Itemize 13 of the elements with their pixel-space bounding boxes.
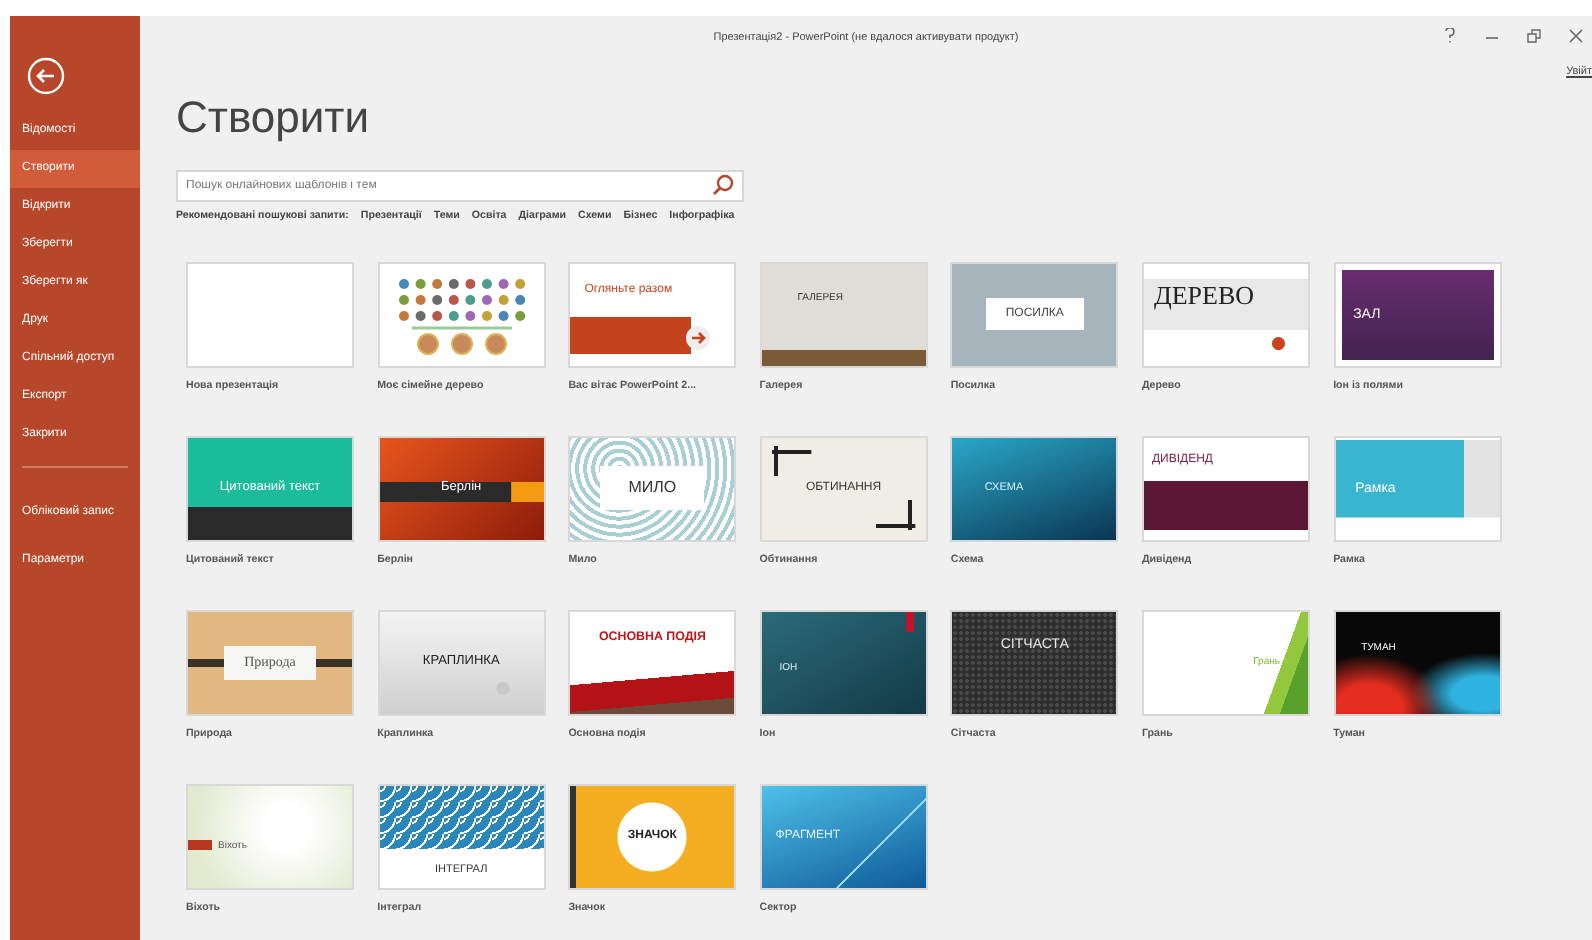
help-icon[interactable] — [1442, 28, 1458, 44]
search-icon[interactable] — [712, 174, 734, 196]
template-thumbnail[interactable]: ДЕРЕВО — [1141, 261, 1310, 368]
slide-title-text: МИЛО — [600, 466, 705, 511]
arrow-icon — [686, 325, 711, 350]
back-button[interactable] — [26, 52, 66, 92]
template-thumbnail[interactable]: МИЛО — [568, 435, 737, 542]
template-thumbnail[interactable] — [186, 261, 354, 368]
close-icon[interactable] — [1568, 28, 1584, 44]
slide-title-text: ДЕРЕВО — [1153, 281, 1255, 308]
page-heading: Створити — [176, 96, 370, 140]
template-thumbnail[interactable] — [377, 261, 546, 368]
restore-icon[interactable] — [1526, 28, 1542, 44]
